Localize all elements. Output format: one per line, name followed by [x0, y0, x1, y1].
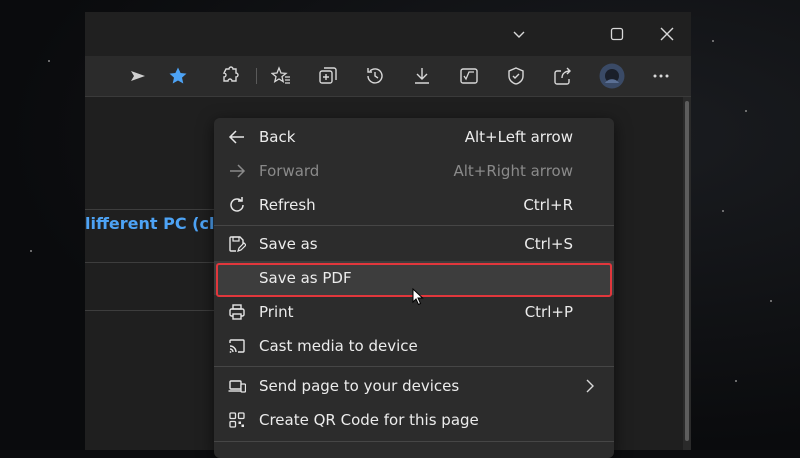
share-button[interactable]	[548, 62, 578, 90]
share-icon	[554, 67, 571, 85]
menu-item-shortcut: Ctrl+P	[524, 303, 573, 321]
menu-item-label: Print	[259, 303, 294, 321]
printer-icon	[229, 304, 245, 320]
menu-item-shortcut: Alt+Right arrow	[453, 162, 573, 180]
menu-item-label: Save as PDF	[259, 269, 352, 287]
menu-separator	[214, 366, 614, 367]
page-scrollbar[interactable]	[683, 97, 691, 450]
favorites-icon	[271, 66, 290, 84]
collections-icon	[319, 67, 337, 84]
menu-item-label: Save as	[259, 235, 318, 253]
collections-button[interactable]	[313, 62, 343, 90]
qr-code-icon	[229, 412, 245, 428]
math-solver-icon	[460, 68, 478, 84]
cast-icon	[229, 339, 245, 353]
content-divider	[85, 209, 225, 210]
close-button[interactable]	[647, 20, 687, 48]
scrollbar-thumb[interactable]	[685, 101, 689, 441]
menu-item-send-page[interactable]: Send page to your devices	[214, 369, 614, 403]
maximize-button[interactable]	[597, 20, 637, 48]
maximize-icon	[610, 27, 624, 41]
chevron-right-icon	[586, 379, 594, 393]
menu-item-label: Cast media to device	[259, 337, 418, 355]
save-as-icon	[229, 236, 246, 252]
star-dot	[735, 380, 737, 382]
extensions-icon	[222, 66, 239, 82]
history-icon	[367, 68, 383, 84]
menu-item-shortcut: Alt+Left arrow	[464, 128, 573, 146]
downloads-icon	[415, 68, 429, 84]
menu-separator	[214, 225, 614, 226]
send-arrow-icon	[131, 71, 145, 81]
tab-actions-button[interactable]	[499, 20, 539, 48]
extensions-button[interactable]	[214, 62, 244, 90]
favorite-button[interactable]	[163, 62, 193, 90]
profile-button[interactable]	[597, 62, 627, 90]
close-icon	[660, 27, 674, 41]
menu-item-label: Forward	[259, 162, 320, 180]
star-dot	[722, 210, 724, 212]
content-divider	[85, 310, 225, 311]
browser-essentials-icon	[508, 67, 524, 85]
menu-item-refresh[interactable]: Refresh Ctrl+R	[214, 188, 614, 222]
send-button[interactable]	[123, 62, 153, 90]
star-dot	[745, 110, 747, 112]
menu-item-shortcut: Ctrl+R	[523, 196, 573, 214]
math-solver-button[interactable]	[454, 62, 484, 90]
profile-avatar	[599, 63, 625, 89]
menu-item-label: Back	[259, 128, 296, 146]
browser-toolbar	[85, 56, 691, 97]
menu-item-create-qr[interactable]: Create QR Code for this page	[214, 403, 614, 437]
menu-separator	[214, 441, 614, 442]
content-divider	[85, 262, 225, 263]
menu-item-shortcut: Ctrl+S	[524, 235, 573, 253]
menu-item-forward[interactable]: Forward Alt+Right arrow	[214, 154, 614, 188]
mouse-cursor-icon	[412, 288, 424, 306]
star-dot	[712, 40, 714, 42]
more-options-button[interactable]	[646, 62, 676, 90]
star-dot	[770, 300, 772, 302]
refresh-icon	[230, 197, 244, 212]
menu-item-back[interactable]: Back Alt+Left arrow	[214, 120, 614, 154]
menu-item-cast-media[interactable]: Cast media to device	[214, 329, 614, 363]
favorites-button[interactable]	[266, 62, 296, 90]
menu-item-label: Send page to your devices	[259, 377, 460, 395]
favorite-star-icon	[169, 67, 187, 84]
menu-item-save-as[interactable]: Save as Ctrl+S	[214, 227, 614, 261]
title-bar	[85, 12, 691, 56]
arrow-right-icon	[230, 164, 246, 178]
toolbar-divider	[256, 68, 257, 84]
downloads-button[interactable]	[407, 62, 437, 90]
star-dot	[30, 250, 32, 252]
arrow-left-icon	[228, 130, 244, 144]
menu-item-label: Create QR Code for this page	[259, 411, 479, 429]
chevron-down-icon	[513, 31, 525, 38]
more-options-icon	[653, 74, 669, 78]
send-to-devices-icon	[228, 380, 246, 393]
star-dot	[48, 60, 50, 62]
browser-essentials-button[interactable]	[501, 62, 531, 90]
history-button[interactable]	[360, 62, 390, 90]
menu-item-label: Refresh	[259, 196, 316, 214]
